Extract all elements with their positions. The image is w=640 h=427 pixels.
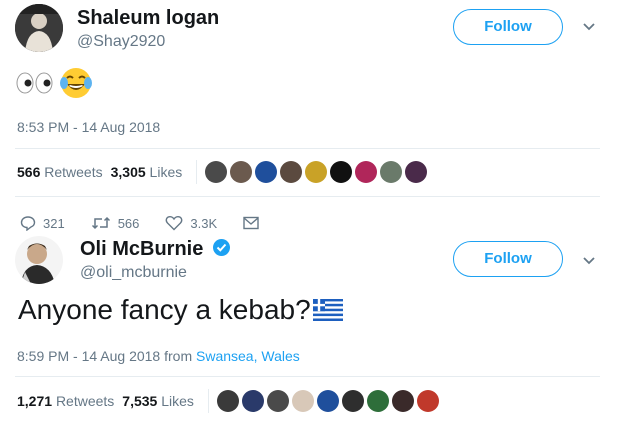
liker-avatar[interactable] — [380, 161, 403, 183]
liker-avatar[interactable] — [255, 161, 278, 183]
liker-avatar[interactable] — [366, 390, 389, 412]
reply-button[interactable]: 321 — [20, 215, 65, 231]
like-count[interactable]: 7,535 Likes — [122, 393, 194, 409]
reply-icon — [20, 216, 36, 231]
tears-of-joy-emoji-icon — [60, 68, 92, 98]
tweet-text — [15, 66, 93, 100]
display-name-text: Oli McBurnie — [80, 238, 204, 260]
liker-avatar[interactable] — [305, 161, 328, 183]
liker-avatar[interactable] — [355, 161, 378, 183]
divider — [196, 160, 198, 184]
heart-icon — [166, 215, 183, 231]
liker-avatar[interactable] — [230, 161, 253, 183]
liker-avatars — [216, 390, 439, 412]
like-button[interactable]: 3.3K — [165, 215, 217, 231]
retweet-action-count: 566 — [117, 215, 140, 231]
liker-avatar[interactable] — [205, 161, 228, 183]
chevron-down-icon[interactable] — [580, 252, 598, 270]
location-link[interactable]: Swansea, Wales — [196, 348, 300, 364]
display-name[interactable]: Oli McBurnie — [80, 238, 230, 261]
tweet-stats: 1,271 Retweets 7,535 Likes — [17, 387, 439, 415]
liker-avatar[interactable] — [280, 161, 303, 183]
divider — [15, 376, 600, 377]
eyes-emoji-icon — [16, 72, 53, 94]
liker-avatar[interactable] — [316, 390, 339, 412]
liker-avatar[interactable] — [416, 390, 439, 412]
liker-avatar[interactable] — [341, 390, 364, 412]
like-action-count: 3.3K — [190, 215, 218, 231]
envelope-icon — [243, 216, 259, 230]
follow-button[interactable]: Follow — [453, 9, 563, 45]
screen-name[interactable]: @oli_mcburnie — [80, 264, 187, 282]
liker-avatar[interactable] — [405, 161, 428, 183]
timestamp[interactable]: 8:53 PM - 14 Aug 2018 — [17, 119, 160, 135]
like-count[interactable]: 3,305 Likes — [111, 164, 183, 180]
tweet-shaleum: Shaleum logan @Shay2920 Follow 8:53 PM -… — [0, 0, 640, 205]
liker-avatar[interactable] — [216, 390, 239, 412]
liker-avatar[interactable] — [391, 390, 414, 412]
divider — [15, 196, 600, 197]
retweet-count[interactable]: 566 Retweets — [17, 164, 103, 180]
avatar[interactable] — [15, 4, 63, 52]
liker-avatar[interactable] — [241, 390, 264, 412]
timestamp[interactable]: 8:59 PM - 14 Aug 2018 from Swansea, Wale… — [17, 348, 300, 364]
retweet-button[interactable]: 566 — [91, 215, 140, 231]
divider — [15, 148, 600, 149]
tweet-oli: Oli McBurnie @oli_mcburnie Follow Anyone… — [0, 226, 640, 427]
tweet-stats: 566 Retweets 3,305 Likes — [17, 158, 428, 186]
follow-button[interactable]: Follow — [453, 241, 563, 277]
divider — [207, 389, 209, 413]
chevron-down-icon[interactable] — [580, 18, 598, 36]
retweet-icon — [91, 216, 110, 230]
liker-avatar[interactable] — [266, 390, 289, 412]
action-bar: 321 566 3.3K — [20, 212, 292, 234]
avatar[interactable] — [15, 236, 63, 284]
retweet-count[interactable]: 1,271 Retweets — [17, 393, 114, 409]
verified-badge-icon — [212, 239, 230, 256]
reply-count: 321 — [43, 215, 65, 231]
screen-name[interactable]: @Shay2920 — [77, 33, 165, 51]
direct-message-button[interactable] — [243, 216, 266, 230]
tweet-text-content: Anyone fancy a kebab? — [18, 294, 311, 325]
tweet-text: Anyone fancy a kebab? — [18, 294, 343, 326]
liker-avatar[interactable] — [330, 161, 353, 183]
liker-avatar[interactable] — [291, 390, 314, 412]
display-name[interactable]: Shaleum logan — [77, 7, 219, 30]
liker-avatars — [205, 161, 428, 183]
greece-flag-icon — [312, 299, 343, 321]
